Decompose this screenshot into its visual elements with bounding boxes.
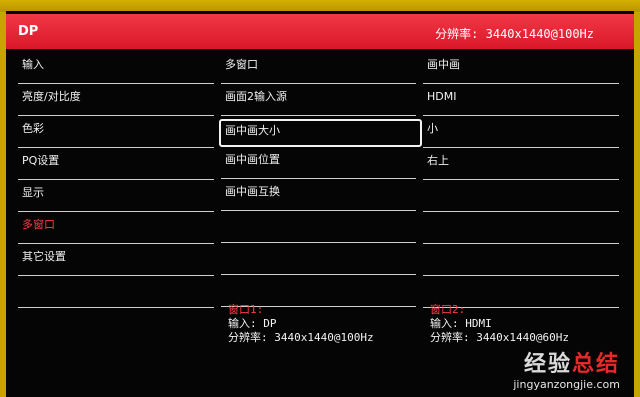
- window1-info: 窗口1: 输入: DP 分辨率: 3440x1440@100Hz: [228, 303, 374, 345]
- watermark-text-white: 经验: [523, 352, 572, 377]
- watermark-text-red: 总结: [571, 352, 620, 377]
- input-source-title: DP: [18, 24, 39, 39]
- menu-item-other-settings[interactable]: 其它设置: [18, 247, 214, 276]
- menu-item-pq-settings[interactable]: PQ设置: [18, 151, 214, 180]
- submenu-item-multi-window[interactable]: 多窗口: [221, 55, 416, 84]
- window2-resolution: 分辨率: 3440x1440@60Hz: [430, 331, 569, 344]
- value-pip-size[interactable]: 小: [423, 119, 619, 148]
- menu-item-empty: [18, 279, 214, 308]
- menu-item-input[interactable]: 输入: [18, 55, 214, 84]
- menu-item-multi-window[interactable]: 多窗口: [18, 215, 214, 244]
- main-menu: 输入 亮度/对比度 色彩 PQ设置 显示 多窗口 其它设置: [18, 55, 214, 311]
- site-watermark: 经验总结 jingyanzongjie.com: [513, 346, 620, 391]
- submenu-item-pip-swap[interactable]: 画中画互换: [221, 182, 416, 211]
- submenu-item-window2-source[interactable]: 画面2输入源: [221, 87, 416, 116]
- resolution-readout: 分辨率: 3440x1440@100Hz: [435, 27, 594, 41]
- window1-title: 窗口1:: [228, 303, 264, 316]
- value-empty-3: [423, 247, 619, 276]
- window2-input: 输入: HDMI: [430, 317, 492, 330]
- window2-title: 窗口2:: [430, 303, 466, 316]
- submenu: 多窗口 画面2输入源 画中画大小 画中画位置 画中画互换: [219, 55, 422, 310]
- submenu-item-pip-size[interactable]: 画中画大小: [219, 119, 422, 147]
- value-multi-window[interactable]: 画中画: [423, 55, 619, 84]
- osd-screen: DP 分辨率: 3440x1440@100Hz 输入 亮度/对比度 色彩 PQ设…: [6, 11, 634, 397]
- value-column: 画中画 HDMI 小 右上: [423, 55, 619, 311]
- window1-resolution: 分辨率: 3440x1440@100Hz: [228, 331, 374, 344]
- window1-input: 输入: DP: [228, 317, 277, 330]
- value-window2-source[interactable]: HDMI: [423, 87, 619, 116]
- submenu-item-empty-1: [221, 214, 416, 243]
- window2-info: 窗口2: 输入: HDMI 分辨率: 3440x1440@60Hz: [430, 303, 569, 345]
- value-pip-position[interactable]: 右上: [423, 151, 619, 180]
- submenu-item-empty-2: [221, 246, 416, 275]
- watermark-url: jingyanzongjie.com: [513, 378, 620, 391]
- menu-item-display[interactable]: 显示: [18, 183, 214, 212]
- submenu-item-pip-position[interactable]: 画中画位置: [221, 150, 416, 179]
- menu-item-color[interactable]: 色彩: [18, 119, 214, 148]
- value-empty-2: [423, 215, 619, 244]
- value-empty-1: [423, 183, 619, 212]
- osd-header: DP 分辨率: 3440x1440@100Hz: [6, 14, 634, 49]
- menu-item-brightness-contrast[interactable]: 亮度/对比度: [18, 87, 214, 116]
